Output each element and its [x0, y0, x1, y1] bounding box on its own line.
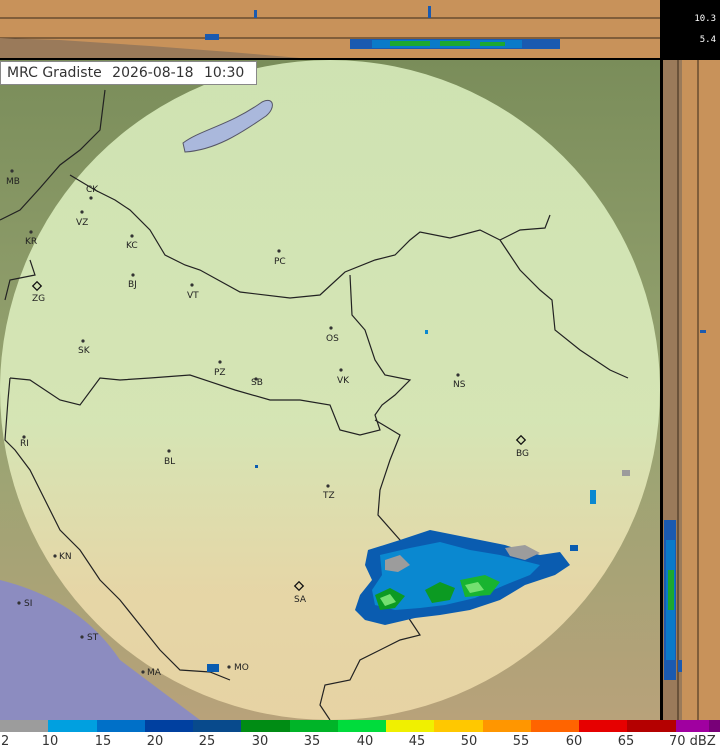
svg-text:OS: OS: [326, 334, 339, 344]
legend-swatch-15: [708, 720, 720, 732]
svg-text:BJ: BJ: [128, 280, 137, 290]
svg-text:KC: KC: [126, 241, 138, 251]
legend-label-55: 55: [512, 734, 530, 749]
legend-label-45: 45: [408, 734, 426, 749]
station-name: MRC Gradiste: [7, 65, 102, 81]
legend-swatch-11: [530, 720, 579, 732]
svg-text:ST: ST: [87, 633, 99, 643]
legend-swatch-6: [289, 720, 338, 732]
legend-swatch-12: [579, 720, 628, 732]
legend-swatch-7: [337, 720, 386, 732]
legend-swatch-4: [193, 720, 242, 732]
svg-text:ZG: ZG: [32, 294, 45, 304]
cross-section-right-panel: [660, 60, 720, 720]
svg-text:KN: KN: [59, 552, 72, 562]
legend-swatch-13: [627, 720, 676, 732]
svg-text:SI: SI: [24, 599, 32, 609]
observation-time: 10:30: [203, 65, 245, 81]
legend-labels: 2 10 15 20 25 30 35 40 45 50 55 60 65 70 dBZ: [0, 734, 720, 751]
height-label-top: 10.3: [694, 14, 716, 24]
height-label-bottom: 5.4: [699, 35, 716, 45]
height-scale-corner: 10.3 5.4: [660, 0, 720, 60]
legend-label-65: 65: [617, 734, 635, 749]
svg-text:PC: PC: [274, 257, 286, 267]
svg-text:VZ: VZ: [76, 218, 88, 228]
legend-color-bar: [0, 720, 720, 732]
legend-swatch-9: [434, 720, 483, 732]
legend-label-25: 25: [198, 734, 216, 749]
legend-label-10: 10: [41, 734, 59, 749]
legend-label-70: 70 dBZ: [669, 734, 716, 749]
legend-swatch-3: [144, 720, 193, 732]
radar-coverage-disk: [0, 60, 660, 720]
observation-date: 2026-08-18: [112, 65, 194, 81]
svg-text:MB: MB: [6, 177, 20, 187]
legend-label-20: 20: [146, 734, 164, 749]
svg-text:KR: KR: [25, 237, 37, 247]
svg-text:NS: NS: [453, 380, 466, 390]
legend-label-15: 15: [94, 734, 112, 749]
legend-label-2: 2: [1, 734, 10, 749]
svg-text:TZ: TZ: [322, 491, 335, 501]
legend-swatch-1: [48, 720, 97, 732]
svg-text:MO: MO: [234, 663, 249, 673]
svg-text:PZ: PZ: [214, 368, 226, 378]
legend-swatch-2: [96, 720, 145, 732]
legend-label-40: 40: [356, 734, 374, 749]
dbz-legend: 2 10 15 20 25 30 35 40 45 50 55 60 65 70 dBZ: [0, 720, 720, 751]
legend-label-30: 30: [251, 734, 269, 749]
legend-swatch-5: [241, 720, 290, 732]
svg-text:CK: CK: [86, 185, 99, 195]
svg-text:VK: VK: [337, 376, 350, 386]
svg-text:RI: RI: [20, 439, 29, 449]
legend-swatch-8: [386, 720, 435, 732]
legend-swatch-14: [675, 720, 709, 732]
svg-text:BG: BG: [516, 449, 529, 459]
svg-text:MA: MA: [147, 668, 162, 678]
cross-section-top-panel: [0, 0, 660, 60]
svg-text:VT: VT: [187, 291, 199, 301]
legend-label-60: 60: [565, 734, 583, 749]
radar-title: MRC Gradiste 2026-08-18 10:30: [0, 61, 258, 85]
legend-label-50: 50: [460, 734, 478, 749]
city-sb[interactable]: SB: [251, 377, 263, 388]
svg-text:SA: SA: [294, 595, 307, 605]
legend-swatch-10: [482, 720, 531, 732]
svg-text:BL: BL: [164, 457, 175, 467]
svg-text:SB: SB: [251, 378, 263, 388]
radar-map[interactable]: MB CK VZ KR KC PC ZG BJ VT OS SK PZ SB V…: [0, 60, 660, 720]
legend-swatch-0: [0, 720, 49, 732]
svg-text:SK: SK: [78, 346, 91, 356]
legend-label-35: 35: [303, 734, 321, 749]
